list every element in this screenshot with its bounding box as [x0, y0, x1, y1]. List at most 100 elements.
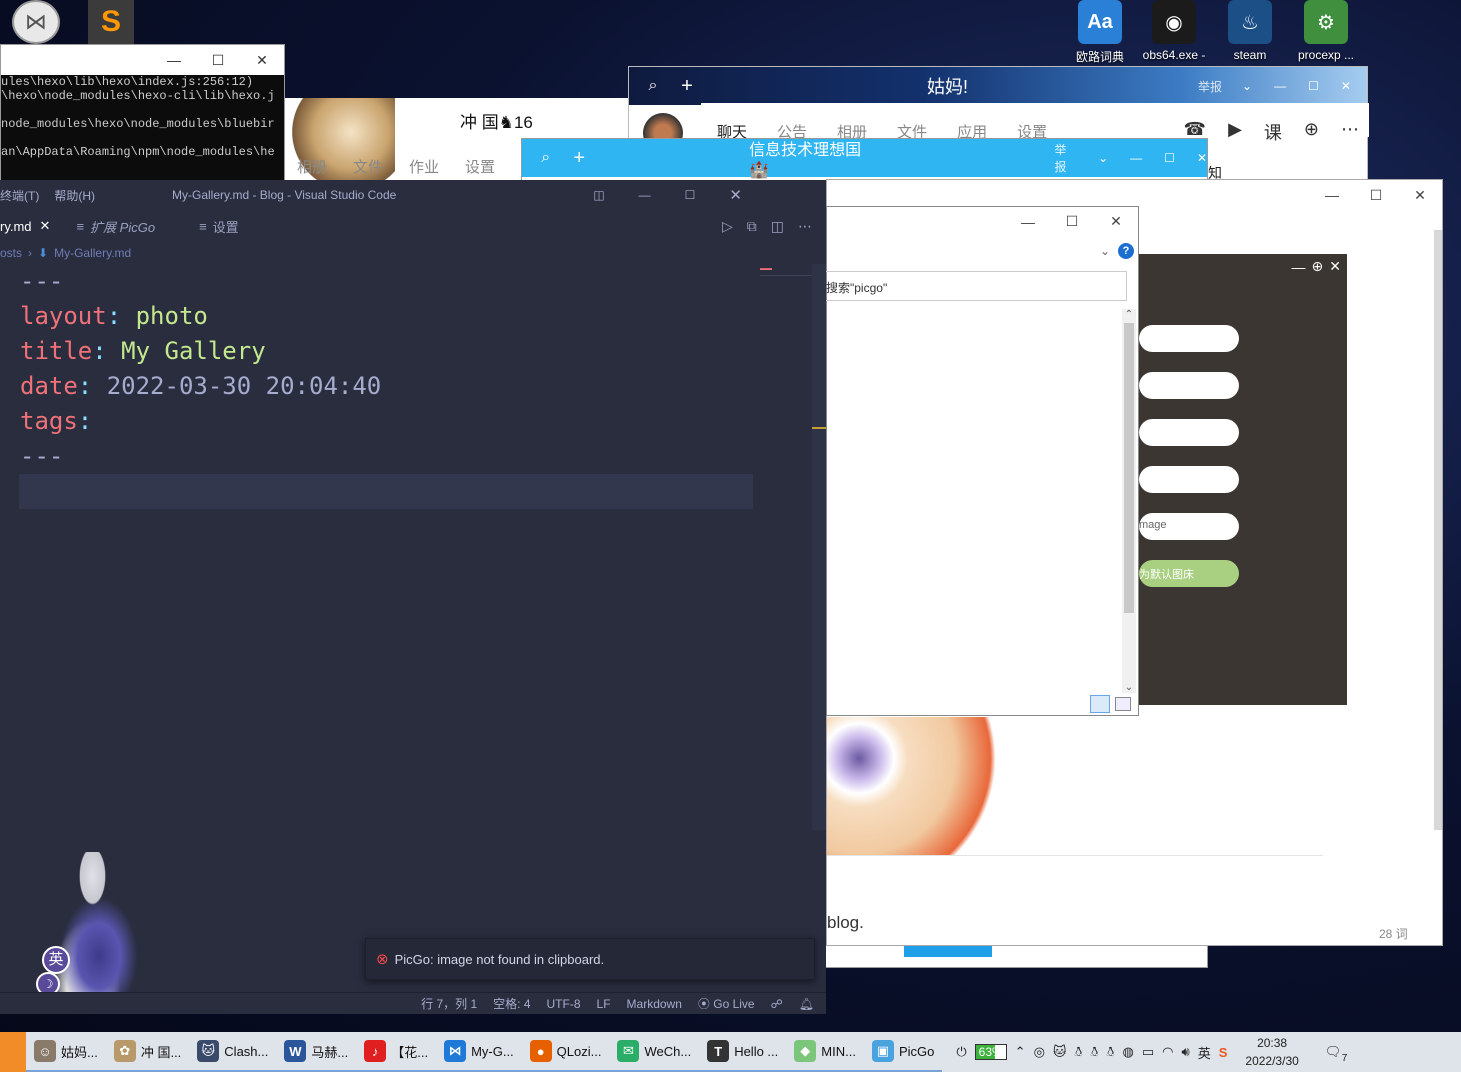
preview-icon[interactable]: ⧉ [747, 218, 757, 235]
language-mode[interactable]: Markdown [627, 997, 682, 1011]
chevron-up-icon[interactable]: ⌃ [1015, 1044, 1026, 1060]
close-icon[interactable]: ✕ [729, 186, 742, 204]
notification-center-icon[interactable]: 🗨︎ 7 [1325, 1044, 1348, 1064]
close-icon[interactable]: ✕ [40, 218, 51, 234]
cursor-position[interactable]: 行 7，列 1 [421, 995, 477, 1012]
input-field-4[interactable] [1139, 466, 1239, 493]
tab-album[interactable]: 相册 [297, 156, 327, 177]
scrollbar[interactable]: ⌃ ⌄ [1122, 309, 1136, 693]
code-line-7-current[interactable] [19, 474, 753, 509]
minimize-icon[interactable]: — [639, 188, 651, 202]
maximize-icon[interactable]: ☐ [685, 188, 696, 202]
menu-terminal[interactable]: 终端(T) [0, 187, 39, 204]
qq-icon[interactable]: 🐧︎ [1107, 1044, 1115, 1061]
input-field-image[interactable]: mage [1139, 513, 1239, 540]
tab-files[interactable]: 文件 [353, 156, 383, 177]
bell-icon[interactable]: 🔔︎ [799, 997, 814, 1011]
minimize-icon[interactable]: — [1274, 79, 1286, 93]
minimize-icon[interactable]: — [152, 52, 196, 68]
qq-icon[interactable]: 🐧︎ [1074, 1044, 1082, 1061]
taskbar-item[interactable]: ▣ PicGo [863, 1032, 943, 1072]
tab-settings[interactable]: 设置 [465, 156, 495, 177]
minimap[interactable]: ▬▬ [760, 266, 812, 276]
go-live-button[interactable]: ⦿ Go Live [698, 995, 755, 1012]
add-icon[interactable]: + [569, 147, 589, 170]
chevron-down-icon[interactable]: ⌄ [1242, 79, 1252, 93]
taskbar-item[interactable]: ✉ WeCh... [609, 1032, 700, 1072]
wifi-icon[interactable]: ◠ [1162, 1044, 1173, 1060]
qq-icon[interactable]: 🐧︎ [1091, 1044, 1099, 1061]
sublime-text-icon[interactable]: S [88, 0, 134, 44]
taskbar-item[interactable]: 🐱 Clash... [189, 1032, 277, 1072]
tab-homework[interactable]: 作业 [409, 156, 439, 177]
chevron-down-icon[interactable]: ⌄ [1098, 151, 1108, 165]
video-call-icon[interactable]: ▶ [1228, 119, 1242, 145]
tray-app-icon[interactable]: ◎ [1034, 1044, 1045, 1060]
taskbar-item[interactable]: ♪ 【花... [356, 1032, 437, 1072]
desktop-icon[interactable]: ♨ steam [1218, 0, 1282, 62]
chevron-down-icon[interactable]: ⌄ [1100, 244, 1110, 258]
maximize-icon[interactable]: ☐ [1308, 79, 1319, 93]
end-of-line[interactable]: LF [597, 997, 611, 1011]
desktop-icon[interactable]: Aa 欧路词典 [1068, 0, 1132, 65]
minimize-icon[interactable]: — [1292, 259, 1306, 275]
feedback-icon[interactable]: ☍ [771, 997, 783, 1011]
taskbar-item[interactable]: ● QLozi... [521, 1032, 610, 1072]
desktop-icon[interactable]: ⚙ procexp ... [1294, 0, 1358, 62]
tab-my-gallery[interactable]: ry.md ✕ [0, 210, 62, 242]
maximize-icon[interactable]: ☐ [196, 52, 240, 69]
taskbar-item[interactable]: ✿ 冲 国... [105, 1032, 190, 1072]
search-input[interactable]: 搜索"picgo" [825, 271, 1127, 301]
scroll-up-icon[interactable]: ⌃ [1122, 309, 1136, 323]
menu-help[interactable]: 帮助(H) [54, 187, 95, 204]
taskbar-item[interactable]: ◆ MIN... [786, 1032, 864, 1072]
scrollbar[interactable] [812, 264, 826, 830]
more-icon[interactable]: ⋯ [1341, 119, 1359, 145]
close-icon[interactable]: ✕ [1341, 79, 1351, 93]
battery-indicator[interactable]: 63% [974, 1044, 1007, 1060]
ime-badge[interactable]: 英 [42, 946, 70, 974]
volume-icon[interactable]: 🔊︎ [1182, 1044, 1190, 1060]
set-default-button[interactable]: 为默认图床 [1139, 560, 1239, 587]
tab-settings[interactable]: ≡ 设置 [199, 217, 239, 236]
pin-icon[interactable]: ⊕ [1312, 258, 1324, 275]
scroll-down-icon[interactable]: ⌄ [1122, 682, 1136, 693]
view-preview-icon[interactable] [1115, 697, 1131, 711]
close-icon[interactable]: ✕ [1094, 213, 1138, 230]
input-field-3[interactable] [1139, 419, 1239, 446]
typora-text[interactable]: blog. [827, 913, 864, 933]
maximize-icon[interactable]: ☐ [1050, 213, 1094, 230]
usb-icon[interactable]: ▭ [1142, 1044, 1154, 1060]
cat-icon[interactable]: 🐱︎ [1053, 1044, 1067, 1060]
taskbar-item[interactable]: ⋈ My-G... [436, 1032, 522, 1072]
layout-icon[interactable]: ◫ [593, 188, 604, 202]
breadcrumb-file[interactable]: My-Gallery.md [54, 246, 131, 260]
more-icon[interactable]: ⋯ [798, 218, 812, 235]
notification-toast[interactable]: ⊗ PicGo: image not found in clipboard. [365, 938, 815, 980]
class-icon[interactable]: 课 [1264, 119, 1282, 145]
search-icon[interactable]: ⌕ [629, 77, 677, 95]
desktop-icon[interactable]: ◉ obs64.exe - [1142, 0, 1206, 62]
close-icon[interactable]: ✕ [1398, 187, 1442, 204]
encoding[interactable]: UTF-8 [547, 997, 581, 1011]
minimize-icon[interactable]: — [1310, 187, 1354, 203]
file-search-dialog[interactable]: — ☐ ✕ ⌄ ? 搜索"picgo" ⌃ ⌄ [825, 206, 1139, 716]
scroll-thumb[interactable] [1124, 323, 1134, 613]
maximize-icon[interactable]: ☐ [1164, 151, 1175, 165]
app-shortcut-icon[interactable]: ⋈ [12, 0, 60, 44]
split-editor-icon[interactable]: ◫ [771, 218, 784, 235]
ime-indicator[interactable]: 英 [1198, 1043, 1211, 1062]
start-button[interactable] [0, 1032, 26, 1072]
indentation[interactable]: 空格: 4 [493, 995, 530, 1012]
input-field-1[interactable] [1139, 325, 1239, 352]
taskbar-item[interactable]: T Hello ... [699, 1032, 787, 1072]
sogou-icon[interactable]: S [1219, 1045, 1228, 1060]
taskbar-item[interactable]: ☺ 姑妈... [26, 1032, 106, 1072]
breadcrumb-parent[interactable]: osts [0, 246, 22, 260]
close-icon[interactable]: ✕ [1329, 258, 1341, 275]
taskbar-item[interactable]: W 马赫... [276, 1032, 357, 1072]
close-icon[interactable]: ✕ [240, 52, 284, 69]
search-icon[interactable]: ⌕ [522, 149, 569, 167]
report-link[interactable]: 举报 [1198, 78, 1222, 95]
plus-circle-icon[interactable]: ⊕ [1304, 119, 1319, 145]
